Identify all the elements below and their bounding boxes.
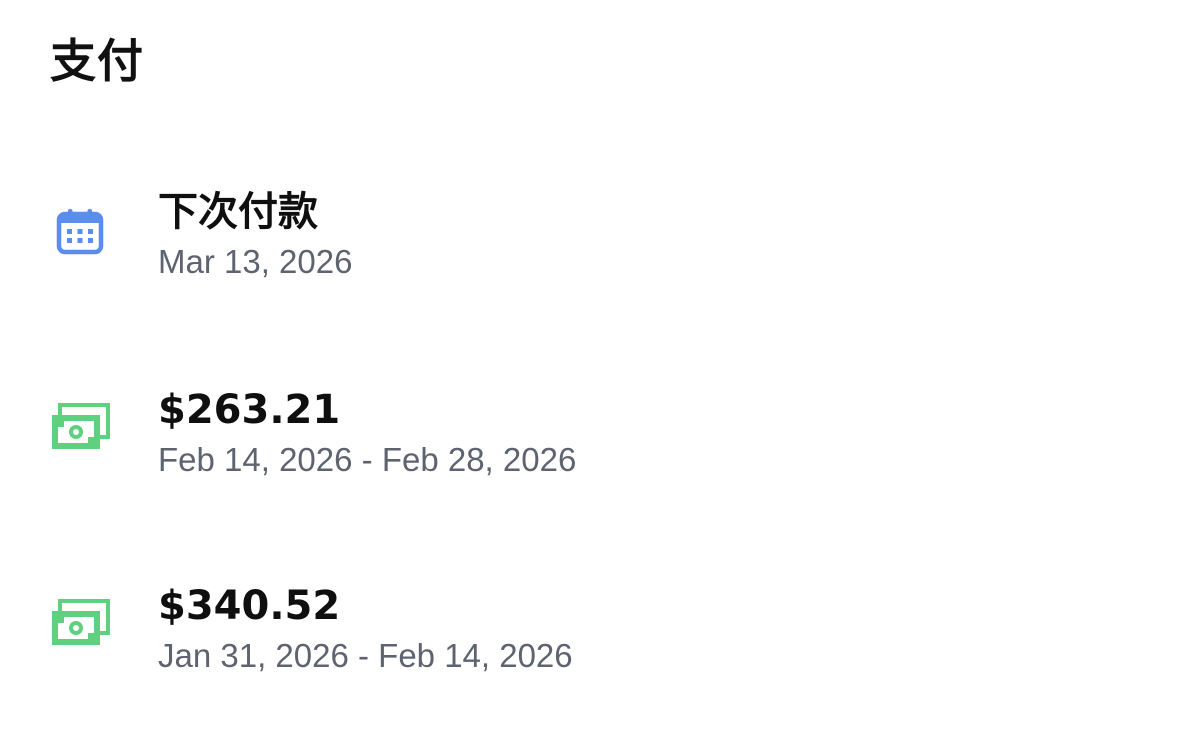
page-title: 支付 <box>50 34 144 88</box>
calendar-icon <box>50 202 110 262</box>
payment-text: $340.52 Jan 31, 2026 - Feb 14, 2026 <box>158 580 573 678</box>
next-payment-label: 下次付款 <box>158 189 318 235</box>
next-payment-date: Mar 13, 2026 <box>158 243 353 280</box>
payment-period: Jan 31, 2026 - Feb 14, 2026 <box>158 637 573 674</box>
cash-icon <box>50 397 110 457</box>
payment-text: $263.21 Feb 14, 2026 - Feb 28, 2026 <box>158 384 576 482</box>
payment-amount: $340.52 <box>158 583 341 629</box>
next-payment-text: 下次付款 Mar 13, 2026 <box>158 186 352 284</box>
payment-period: Feb 14, 2026 - Feb 28, 2026 <box>158 441 577 478</box>
payment-row[interactable]: $340.52 Jan 31, 2026 - Feb 14, 2026 <box>0 580 1200 700</box>
cash-icon <box>50 593 110 653</box>
payment-row[interactable]: $263.21 Feb 14, 2026 - Feb 28, 2026 <box>0 384 1200 504</box>
payment-amount: $263.21 <box>158 387 341 433</box>
next-payment-row[interactable]: 下次付款 Mar 13, 2026 <box>0 186 1200 306</box>
